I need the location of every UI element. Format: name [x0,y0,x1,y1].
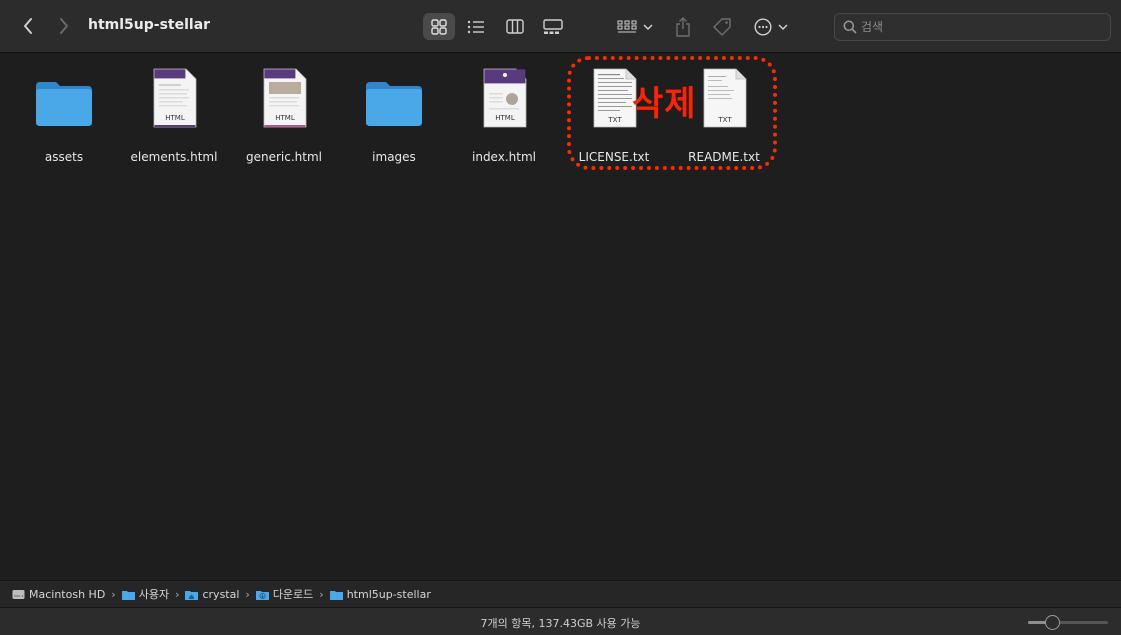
search-input[interactable] [861,18,1101,36]
file-item-assets[interactable]: assets [9,66,119,164]
chevron-left-icon [24,18,32,34]
file-name: index.html [472,150,536,164]
file-type-badge: HTML [495,114,515,122]
folder-icon [36,82,92,126]
path-crumb-label: Macintosh HD [29,587,106,601]
ellipsis-circle-icon [754,17,772,36]
icon-size-slider[interactable] [1028,615,1108,630]
chevron-right-icon [60,18,68,34]
search-icon [843,20,857,34]
file-name: generic.html [245,150,322,164]
path-bar: Macintosh HD › 사용자 › crystal › 다운로드 › ht… [0,580,1121,607]
path-crumb-label: crystal [202,587,240,601]
icon-view-button[interactable] [423,13,455,40]
chevron-down-icon [643,23,653,30]
group-by-button[interactable] [612,13,658,40]
html-file-icon: HTML [483,68,527,128]
toolbar: html5up-stellar [0,0,1121,53]
grid-icon [431,18,447,35]
html-file-icon: HTML [153,68,197,128]
path-crumb-label: html5up-stellar [346,587,431,601]
column-view-button[interactable] [499,13,531,40]
file-item-elements-html[interactable]: HTML elements.html [119,66,229,164]
more-actions-button[interactable] [750,13,792,40]
path-crumb-html5up-stellar[interactable]: html5up-stellar [329,587,431,601]
back-button[interactable] [16,14,40,38]
group-grid-icon [617,20,637,32]
path-crumb-downloads[interactable]: 다운로드 [255,586,314,602]
columns-icon [506,19,524,34]
folder-icon [121,590,135,600]
path-separator: › [111,587,116,601]
delete-annotation-label: 삭제 [632,84,697,124]
file-grid: assets HTML elements.html HTML generic.h… [0,54,1121,580]
file-item-generic-html[interactable]: HTML generic.html [229,66,339,164]
file-name: assets [44,150,84,164]
file-item-index-html[interactable]: HTML index.html [449,66,559,164]
downloads-folder-icon [255,590,269,600]
gallery-icon [543,18,563,34]
file-type-badge: HTML [165,114,185,122]
share-button[interactable] [670,13,696,40]
path-crumb-label: 다운로드 [272,588,314,601]
file-type-badge: HTML [275,114,295,122]
path-separator: › [245,587,250,601]
list-icon [467,20,484,33]
path-crumb-macintosh-hd[interactable]: Macintosh HD [12,588,105,601]
home-folder-icon [185,590,199,600]
folder-icon [366,82,422,126]
folder-icon [329,590,343,600]
status-bar: 7개의 항목, 137.43GB 사용 가능 [0,607,1121,635]
search-field[interactable] [834,13,1111,41]
file-name: elements.html [130,150,218,164]
tag-icon [713,17,731,36]
gallery-view-button[interactable] [537,13,569,40]
chevron-down-icon [778,23,788,30]
path-separator: › [319,587,324,601]
path-crumb-crystal[interactable]: crystal [185,588,239,601]
html-file-icon: HTML [263,68,307,128]
hard-drive-icon [12,589,25,599]
file-item-images[interactable]: images [339,66,449,164]
share-icon [676,16,690,37]
path-separator: › [175,587,180,601]
window-title: html5up-stellar [88,17,211,33]
list-view-button[interactable] [460,13,492,40]
path-crumb-label: 사용자 [138,588,170,601]
tag-button[interactable] [708,13,736,40]
item-count-status: 7개의 항목, 137.43GB 사용 가능 [480,617,641,630]
slider-knob[interactable] [1045,615,1060,630]
forward-button[interactable] [52,14,76,38]
path-crumb-users[interactable]: 사용자 [121,586,170,602]
file-name: images [372,150,416,164]
